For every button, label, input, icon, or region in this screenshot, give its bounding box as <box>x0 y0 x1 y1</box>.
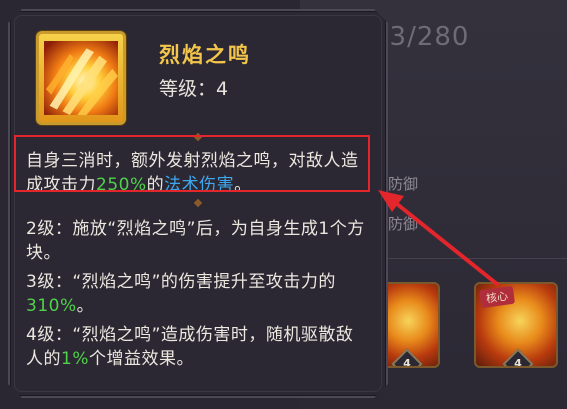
skill-name: 烈焰之鸣 <box>159 43 251 67</box>
skill-tooltip: 烈焰之鸣 等级：4 自身三消时，额外发射烈焰之鸣，对敌人造成攻击力250%的法术… <box>8 9 388 398</box>
flame-claw-icon <box>44 41 118 115</box>
level-2-effect: 2级：施放“烈焰之鸣”后，为自身生成1个方块。 <box>26 219 365 263</box>
dispel-chance: 1% <box>61 349 89 369</box>
stat-label-defense-2: 防御 <box>388 215 419 233</box>
base-effect-description: 自身三消时，额外发射烈焰之鸣，对敌人造成攻击力250%的法术伤害。 <box>26 151 359 195</box>
damage-value: 310% <box>26 296 77 316</box>
card-level-badge: 4 <box>391 348 423 366</box>
separator-ornament <box>193 198 203 208</box>
card-level-badge: 4 <box>502 348 534 366</box>
flame-skill-icon <box>36 31 126 125</box>
separator-ornament <box>193 132 203 142</box>
skill-level: 等级：4 <box>159 78 229 100</box>
level-4-effect: 4级：“烈焰之鸣”造成伤害时，随机驱散敌人的1%个增益效果。 <box>26 325 354 369</box>
damage-type: 法术伤害 <box>164 175 235 195</box>
core-skill-card[interactable]: 核心 4 <box>474 282 558 368</box>
core-tag: 核心 <box>478 285 516 309</box>
level-3-effect: 3级：“烈焰之鸣”的伤害提升至攻击力的310%。 <box>26 272 336 316</box>
stat-label-defense: 防御 <box>388 175 419 193</box>
damage-value: 250% <box>96 175 147 195</box>
